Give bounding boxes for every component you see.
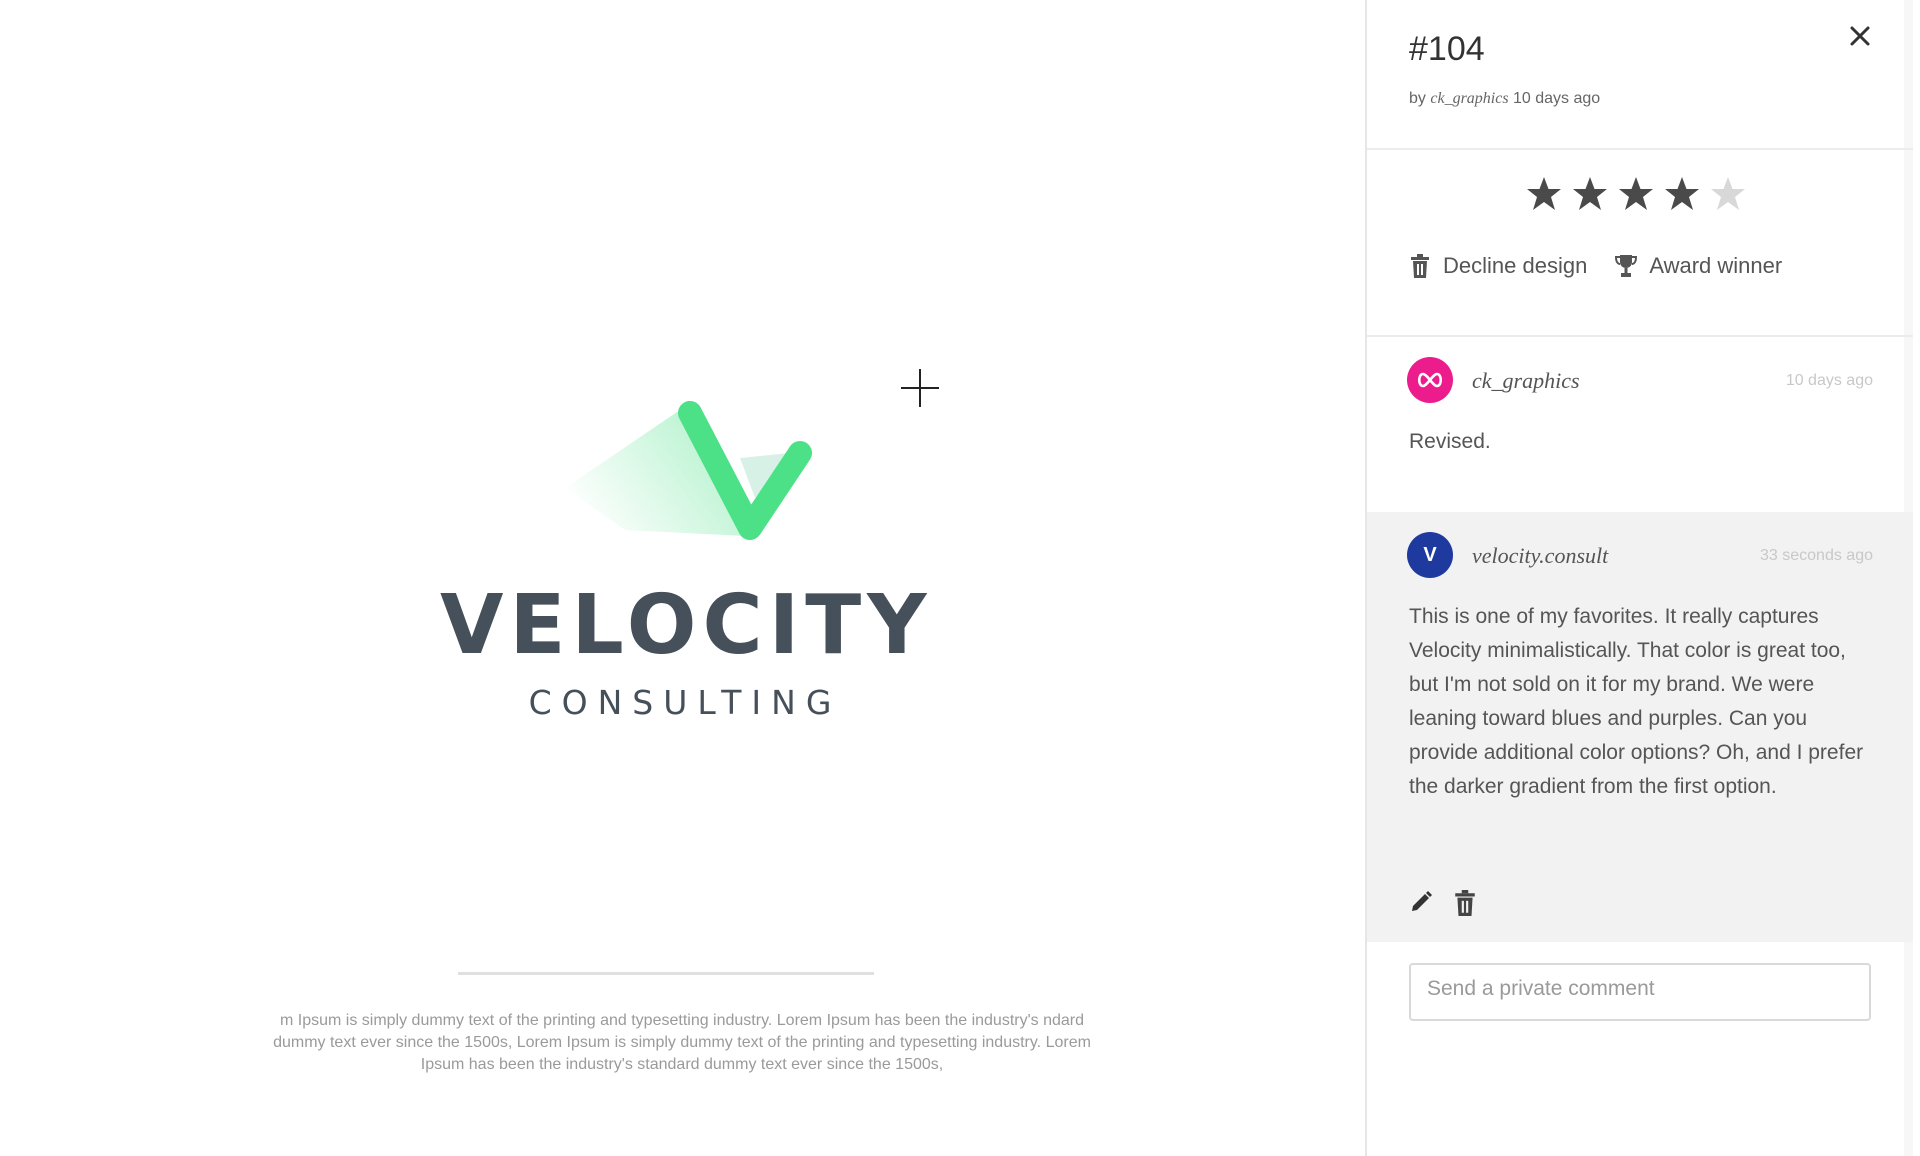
trash-icon xyxy=(1411,254,1429,278)
design-detail-panel: #104 by ck_graphics 10 days ago Decline … xyxy=(1365,0,1913,1156)
meta-author[interactable]: ck_graphics xyxy=(1430,90,1508,107)
design-id: #104 xyxy=(1409,30,1485,68)
pencil-icon xyxy=(1412,891,1432,911)
close-icon[interactable] xyxy=(1842,18,1878,54)
star-rating[interactable] xyxy=(1525,175,1747,213)
star-empty-icon[interactable] xyxy=(1709,175,1747,213)
design-canvas: VELOCITY CONSULTING m Ipsum is simply du… xyxy=(0,0,1365,1156)
comment-item: ck_graphics 10 days ago Revised. xyxy=(1367,337,1913,512)
meta-by: by xyxy=(1409,90,1426,107)
design-meta: by ck_graphics 10 days ago xyxy=(1409,90,1600,108)
edit-comment-button[interactable] xyxy=(1409,890,1433,916)
avatar[interactable]: V xyxy=(1407,532,1453,578)
trash-icon xyxy=(1455,890,1475,916)
meta-time: 10 days ago xyxy=(1513,90,1601,107)
star-filled-icon[interactable] xyxy=(1617,175,1655,213)
comment-author[interactable]: ck_graphics xyxy=(1472,368,1580,394)
brand-name: VELOCITY xyxy=(440,578,933,673)
private-comment-input[interactable] xyxy=(1409,963,1871,1021)
design-actions: Decline design Award winner xyxy=(1409,253,1782,279)
delete-comment-button[interactable] xyxy=(1453,890,1477,916)
infinity-logo-icon xyxy=(1417,372,1443,388)
body-text: m Ipsum is simply dummy text of the prin… xyxy=(273,1012,1091,1073)
decline-design-button[interactable]: Decline design xyxy=(1409,253,1587,279)
brand-subtitle: CONSULTING xyxy=(528,683,842,722)
rating-section: Decline design Award winner xyxy=(1367,150,1913,337)
comment-item-own: V velocity.consult 33 seconds ago This i… xyxy=(1367,512,1913,942)
comment-time: 33 seconds ago xyxy=(1760,547,1873,564)
comment-text: Revised. xyxy=(1409,430,1491,453)
comment-tools xyxy=(1409,890,1477,916)
star-filled-icon[interactable] xyxy=(1525,175,1563,213)
star-filled-icon[interactable] xyxy=(1571,175,1609,213)
award-winner-button[interactable]: Award winner xyxy=(1615,253,1782,279)
avatar[interactable] xyxy=(1407,357,1453,403)
velocity-logo-mark xyxy=(565,401,812,540)
panel-header: #104 by ck_graphics 10 days ago xyxy=(1367,0,1913,150)
comment-time: 10 days ago xyxy=(1785,372,1873,389)
divider xyxy=(458,972,874,975)
comment-text: This is one of my favorites. It really c… xyxy=(1409,605,1864,798)
award-winner-label: Award winner xyxy=(1649,253,1783,278)
star-filled-icon[interactable] xyxy=(1663,175,1701,213)
comment-author[interactable]: velocity.consult xyxy=(1472,543,1608,569)
trophy-icon xyxy=(1615,255,1638,277)
decline-design-label: Decline design xyxy=(1443,253,1588,278)
crosshair-cursor-icon xyxy=(901,369,939,407)
